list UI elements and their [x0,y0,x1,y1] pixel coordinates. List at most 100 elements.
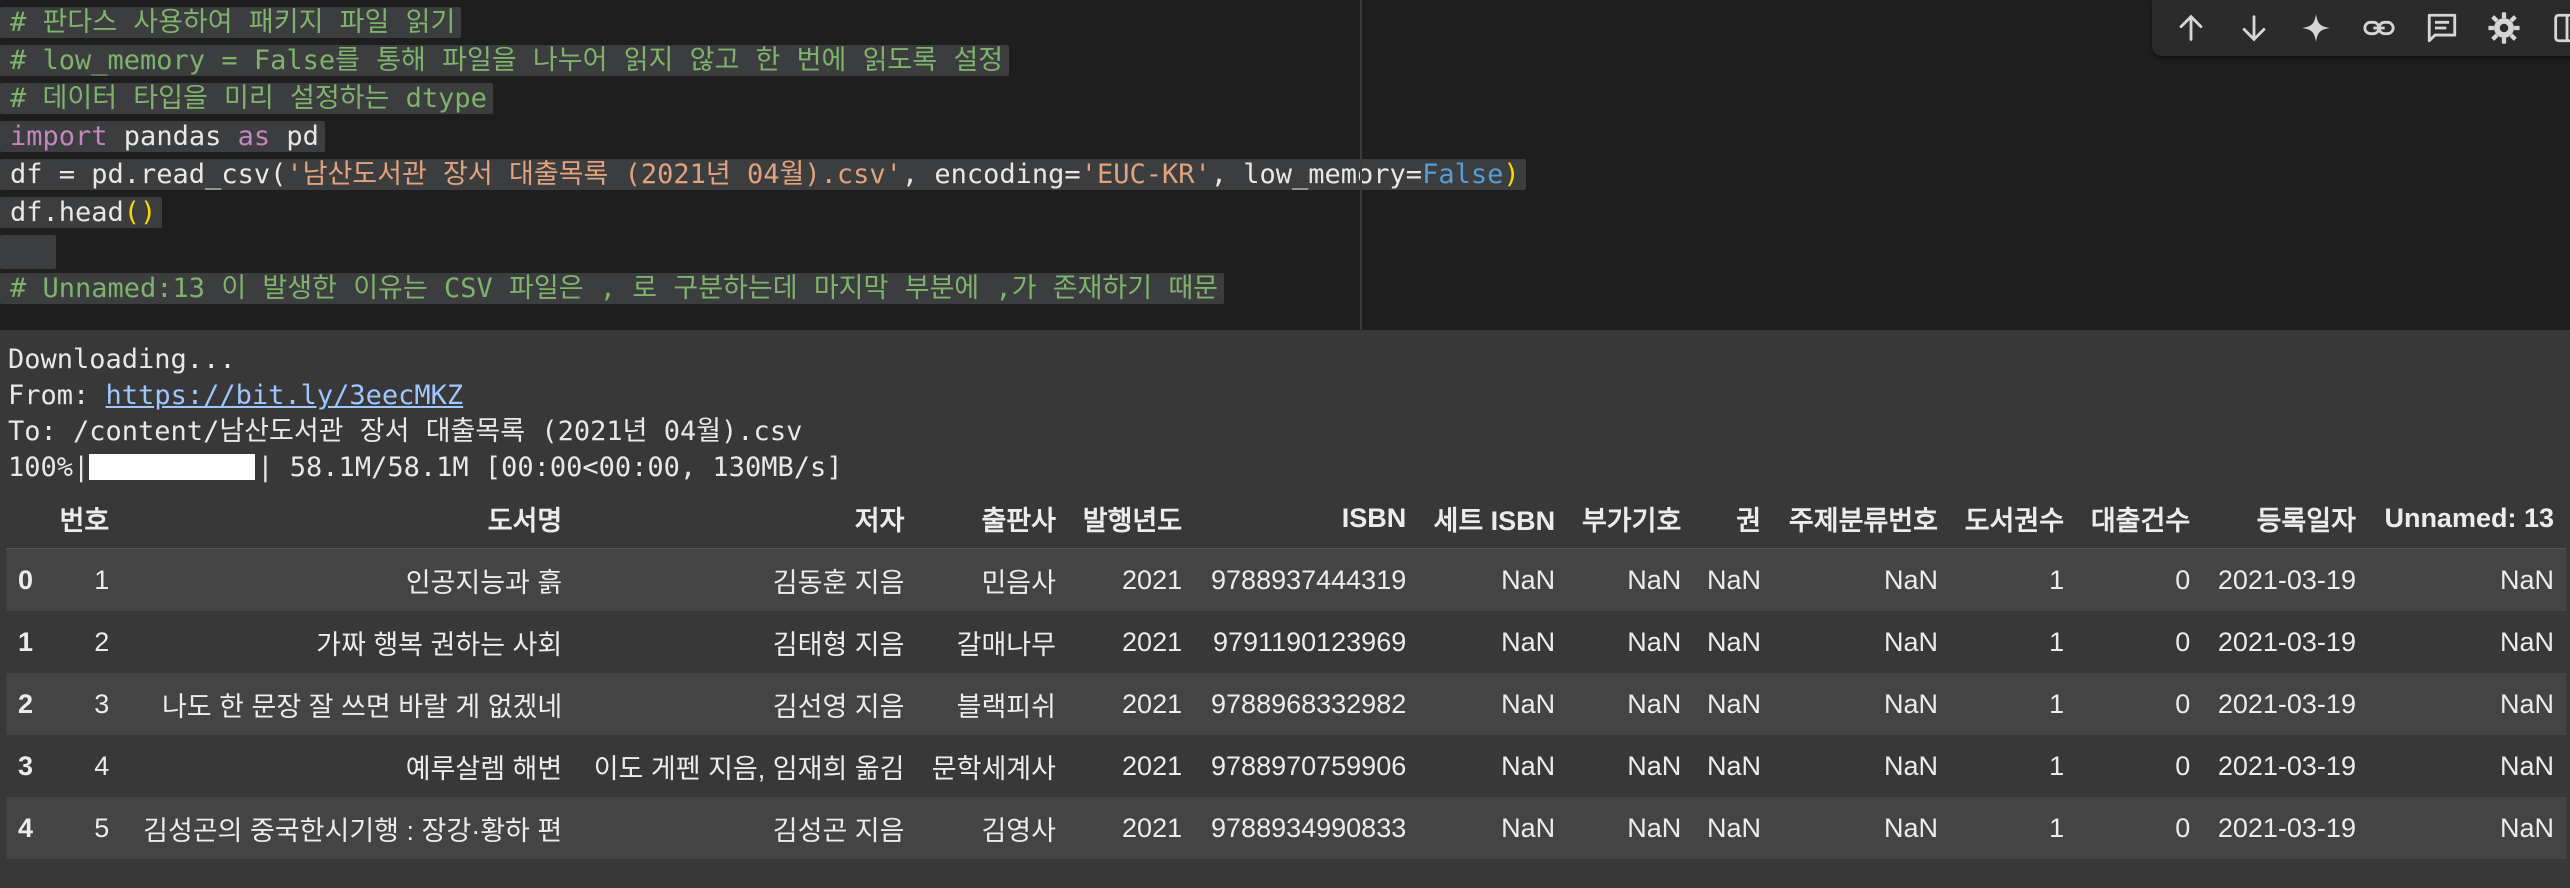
table-cell: NaN [1501,688,1556,719]
table-cell: 1 [94,564,110,595]
table-cell: NaN [1501,626,1556,657]
column-header: 대출건수 [2090,505,2191,536]
table-cell: NaN [1707,626,1762,657]
row-index: 4 [18,812,34,843]
table-cell: 2021-03-19 [2217,688,2356,719]
table-cell: 9791190123969 [1213,626,1407,657]
from-label: From: [8,380,106,411]
table-cell: NaN [1883,626,1938,657]
arrow-down-icon[interactable] [2233,6,2276,50]
index-header [6,488,46,549]
to-path: To: /content/남산도서관 장서 대출목록 (2021년 04월).c… [8,416,803,447]
table-row: 4 5 김성곤의 중국한시기행 : 장강·황하 편 김성곤 지음 김영사 2021 9788… [6,797,2566,859]
table-cell: 2021 [1122,812,1183,843]
table-cell: 인공지능과 흙 [405,567,563,598]
code-line-3: # 데이터 타입을 미리 설정하는 dtype [0,80,1526,118]
row-index: 1 [18,626,34,657]
table-cell: 김성곤의 중국한시기행 : 장강·황하 편 [143,815,563,846]
table-cell: 1 [2049,750,2065,781]
table-cell: NaN [2499,688,2554,719]
table-cell: 2021 [1122,626,1183,657]
table-cell: NaN [1883,564,1938,595]
table-cell: 0 [2175,688,2191,719]
table-cell: NaN [2499,626,2554,657]
table-cell: 9788937444319 [1211,564,1407,595]
table-cell: NaN [2499,750,2554,781]
table-cell: 0 [2175,750,2191,781]
table-cell: NaN [1627,812,1682,843]
stream-output: Downloading... From: https://bit.ly/3eec… [8,342,842,486]
column-header: 도서명 [487,505,563,536]
sparkle-icon[interactable] [2295,6,2338,50]
table-cell: 가짜 행복 권하는 사회 [316,629,563,660]
code-line-7 [0,232,1526,270]
column-header: 번호 [59,505,110,536]
code-line-2: # low_memory = False를 통해 파일을 나누어 읽지 않고 한… [0,42,1526,80]
table-cell: NaN [1883,750,1938,781]
row-index: 2 [18,688,34,719]
table-cell: NaN [1627,688,1682,719]
table-cell: 1 [2049,812,2065,843]
table-cell: 2 [94,626,110,657]
column-header: ISBN [1341,502,1407,533]
table-cell: NaN [1707,564,1762,595]
table-cell: 민음사 [981,567,1056,598]
table-row: 2 3 나도 한 문장 잘 쓰면 바랄 게 없겠네 김선영 지음 블랙피쉬 2021 978… [6,673,2566,735]
table-cell: 1 [2049,564,2065,595]
column-header: 출판사 [981,505,1056,536]
code-line-4: import pandas as pd [0,118,1526,156]
table-cell: 2021 [1122,564,1183,595]
progress-percent: 100%| [8,452,90,483]
table-cell: 0 [2175,812,2191,843]
column-header: 주제분류번호 [1788,505,1938,536]
table-cell: 0 [2175,626,2191,657]
table-cell: 문학세계사 [931,753,1056,784]
table-cell: 5 [94,812,110,843]
download-link[interactable]: https://bit.ly/3eecMKZ [106,380,464,411]
code-line-6: df.head() [0,194,1526,232]
table-cell: NaN [1883,812,1938,843]
code-editor[interactable]: # 판다스 사용하여 패키지 파일 읽기 # low_memory = Fals… [0,4,1526,308]
table-cell: NaN [1501,750,1556,781]
table-cell: 김선영 지음 [772,691,905,722]
table-cell: 2021-03-19 [2217,750,2356,781]
table-cell: 블랙피쉬 [956,691,1056,722]
table-row: 3 4 예루살렘 해변 이도 게펜 지음, 임재희 옮김 문학세계사 2021 978897… [6,735,2566,797]
editor-ruler [1360,0,1362,330]
table-cell: NaN [1501,564,1556,595]
table-cell: NaN [1883,688,1938,719]
table-cell: NaN [2499,564,2554,595]
code-cell[interactable]: # 판다스 사용하여 패키지 파일 읽기 # low_memory = Fals… [0,0,2570,330]
table-header-row: 번호 도서명 저자 출판사 발행년도 ISBN 세트 ISBN 부가기호 권 주… [6,488,2566,549]
table-cell: NaN [1501,812,1556,843]
gear-icon[interactable] [2483,6,2526,50]
table-cell: 1 [2049,626,2065,657]
table-cell: NaN [1627,564,1682,595]
table-cell: 2021 [1122,750,1183,781]
arrow-up-icon[interactable] [2170,6,2213,50]
column-header: 저자 [854,505,905,536]
table-row: 0 1 인공지능과 흙 김동훈 지음 민음사 2021 9788937444319 NaN Na… [6,548,2566,611]
table-cell: 9788934990833 [1211,812,1407,843]
table-cell: NaN [1707,750,1762,781]
column-header: 등록일자 [2256,505,2356,536]
table-cell: 1 [2049,688,2065,719]
comment-icon[interactable] [2420,6,2463,50]
column-header: 권 [1736,505,1762,536]
column-header: Unnamed: 13 [2384,502,2554,533]
table-cell: 2021 [1122,688,1183,719]
column-header: 세트 ISBN [1433,505,1556,536]
table-cell: 예루살렘 해변 [405,753,563,784]
table-cell: 이도 게펜 지음, 임재희 옮김 [593,753,905,784]
table-cell: 2021-03-19 [2217,812,2356,843]
row-index: 3 [18,750,34,781]
table-cell: NaN [1627,750,1682,781]
row-index: 0 [18,564,34,595]
cell-output: Downloading... From: https://bit.ly/3eec… [0,330,2570,888]
downloading-text: Downloading... [8,344,236,375]
table-row: 1 2 가짜 행복 권하는 사회 김태형 지음 갈매나무 2021 979119012396… [6,611,2566,673]
mirror-icon[interactable] [2545,6,2570,50]
table-cell: 김동훈 지음 [772,567,905,598]
table-cell: 2021-03-19 [2217,626,2356,657]
link-icon[interactable] [2358,6,2401,50]
